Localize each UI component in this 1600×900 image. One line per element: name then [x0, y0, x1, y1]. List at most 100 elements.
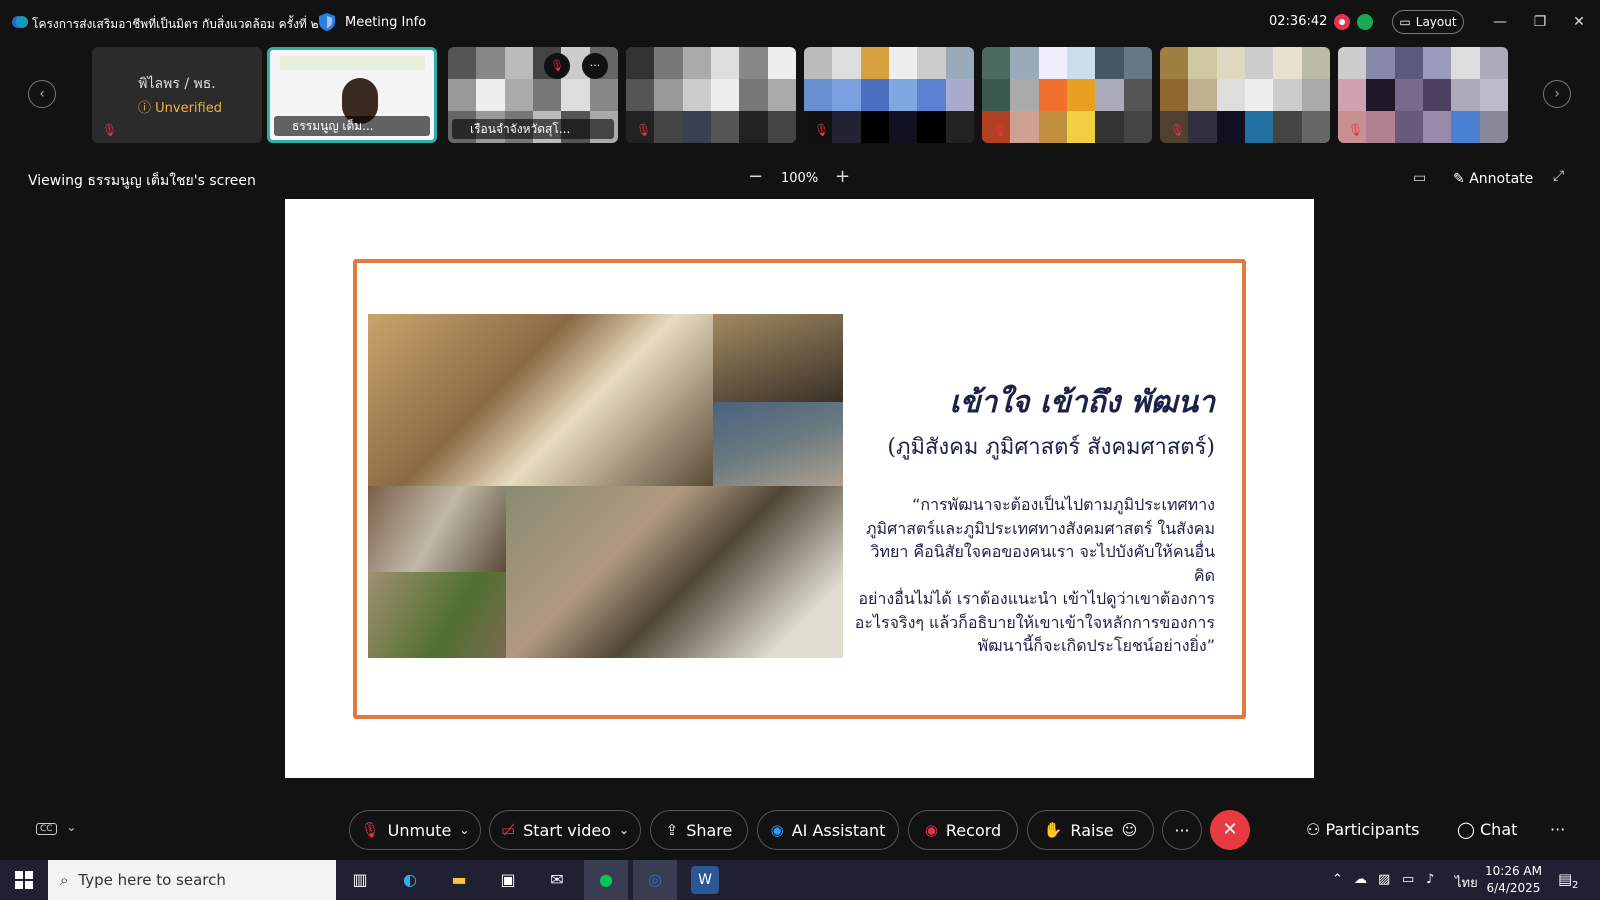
- share-label: Share: [686, 820, 733, 840]
- pen-icon: ✎: [1453, 171, 1465, 187]
- fullscreen-icon[interactable]: ⤢: [1553, 168, 1564, 184]
- zoom-level: 100%: [781, 171, 819, 186]
- raise-hand-button[interactable]: ✋ Raise ☺: [1027, 810, 1154, 850]
- participant-label: เรือนจำจังหวัดสุโ...: [452, 119, 614, 139]
- record-button[interactable]: ◉ Record: [908, 810, 1018, 850]
- line-app-icon[interactable]: ●: [584, 860, 628, 900]
- slide-subtitle: (ภูมิสังคม ภูมิศาสตร์ สังคมศาสตร์): [887, 435, 1215, 460]
- taskbar-clock[interactable]: 10:26 AM 6/4/2025: [1485, 863, 1542, 897]
- layout-label: Layout: [1415, 15, 1457, 29]
- clock-time: 10:26 AM: [1485, 864, 1542, 878]
- participant-tile[interactable]: พิไลพร / พธ. ⓘ Unverified 🎙: [92, 47, 262, 143]
- annotate-button[interactable]: ✎ Annotate: [1453, 171, 1533, 187]
- meeting-title: โครงการส่งเสริมอาชีพที่เป็นมิตร กับสิ่งแ…: [32, 17, 319, 31]
- webex-logo-icon: [12, 16, 28, 28]
- store-icon[interactable]: ▣: [494, 866, 522, 894]
- taskbar-search[interactable]: ⌕ Type here to search: [48, 860, 336, 900]
- chat-button[interactable]: ◯ Chat: [1457, 820, 1517, 839]
- language-indicator[interactable]: ไทย: [1455, 872, 1478, 893]
- share-button[interactable]: ⇪ Share: [650, 810, 748, 850]
- muted-mic-icon: 🎙: [1170, 123, 1186, 137]
- share-icon: ⇪: [665, 821, 679, 839]
- webex-app-icon[interactable]: ◎: [633, 860, 677, 900]
- onedrive-icon[interactable]: ☁: [1354, 872, 1367, 887]
- search-placeholder: Type here to search: [78, 871, 226, 889]
- blurred-video: [1338, 47, 1508, 143]
- strip-prev-button[interactable]: ‹: [28, 80, 56, 108]
- shield-icon[interactable]: [318, 12, 336, 32]
- strip-next-button[interactable]: ›: [1543, 80, 1571, 108]
- quote-line: ภูมิศาสตร์และภูมิประเทศทางสังคมศาสตร์ ใน…: [865, 518, 1215, 538]
- shared-screen: เข้าใจ เข้าถึง พัฒนา (ภูมิสังคม ภูมิศาสต…: [285, 199, 1314, 778]
- cc-icon: CC: [36, 823, 57, 835]
- participant-label: ธรรมนูญ เต็ม...: [274, 116, 430, 136]
- file-explorer-icon[interactable]: ▬: [445, 866, 473, 894]
- chat-icon: ◯: [1457, 820, 1475, 839]
- layout-button[interactable]: ▭ Layout: [1392, 10, 1464, 34]
- meeting-timer: 02:36:42: [1269, 14, 1328, 29]
- photo-panel: [506, 486, 843, 658]
- participant-tile[interactable]: 🎙: [1160, 47, 1330, 143]
- blurred-video: [804, 47, 974, 143]
- participant-tile[interactable]: 🎙: [804, 47, 974, 143]
- muted-mic-icon: 🎙: [814, 123, 830, 137]
- participants-button[interactable]: ⚇ Participants: [1306, 820, 1419, 839]
- slide-title: เข้าใจ เข้าถึง พัฒนา: [949, 385, 1215, 420]
- more-options-button[interactable]: ···: [1162, 810, 1202, 850]
- participant-tile[interactable]: 🎙: [1338, 47, 1508, 143]
- show-hidden-icons[interactable]: ⌃: [1332, 872, 1343, 887]
- quote-line: “การพัฒนาจะต้องเป็นไปตามภูมิประเทศทาง: [912, 495, 1215, 514]
- meeting-info-button[interactable]: Meeting Info: [345, 15, 426, 30]
- participant-name: ธรรมนูญ เต็ม...: [292, 119, 374, 133]
- participant-tile[interactable]: 🎙 ··· เรือนจำจังหวัดสุโ...: [448, 47, 618, 143]
- minimize-button[interactable]: —: [1490, 12, 1510, 32]
- restore-button[interactable]: ❐: [1530, 12, 1550, 32]
- edge-browser-icon[interactable]: ◐: [396, 866, 424, 894]
- photo-panel: [713, 314, 843, 402]
- unmute-button[interactable]: 🎙 Unmute ⌄: [349, 810, 481, 850]
- muted-mic-icon[interactable]: 🎙: [544, 53, 570, 79]
- close-window-button[interactable]: ✕: [1569, 12, 1589, 32]
- screen-share-icon[interactable]: ▭: [1413, 170, 1426, 186]
- zoom-out-button[interactable]: −: [748, 166, 763, 187]
- zoom-in-button[interactable]: +: [835, 166, 850, 187]
- leave-meeting-button[interactable]: ✕: [1210, 810, 1250, 850]
- mail-icon[interactable]: ✉: [543, 866, 571, 894]
- photo-panel: [713, 402, 843, 486]
- title-bar: โครงการส่งเสริมอาชีพที่เป็นมิตร กับสิ่งแ…: [0, 0, 1600, 44]
- participant-tile[interactable]: 🎙: [626, 47, 796, 143]
- raise-label: Raise: [1070, 820, 1114, 840]
- volume-icon[interactable]: ♪: [1426, 872, 1434, 887]
- ai-assistant-button[interactable]: ◉ AI Assistant: [757, 810, 899, 850]
- quote-line: พัฒนานี้ก็จะเกิดประโยชน์อย่างยิ่ง”: [977, 636, 1215, 655]
- notifications-icon[interactable]: ▤: [1558, 870, 1572, 888]
- overflow-menu-button[interactable]: ···: [1550, 820, 1565, 839]
- network-icon[interactable]: ▭: [1402, 872, 1414, 887]
- participant-tile[interactable]: 🎙: [982, 47, 1152, 143]
- chevron-down-icon[interactable]: ⌄: [619, 823, 629, 837]
- chevron-down-icon[interactable]: ⌄: [459, 823, 469, 837]
- blurred-video: [982, 47, 1152, 143]
- search-icon: ⌕: [60, 871, 69, 889]
- word-app-icon[interactable]: W: [691, 866, 719, 894]
- quote-line: อะไรจริงๆ แล้วก็อธิบายให้เขาเข้าใจหลักกา…: [854, 612, 1215, 632]
- viewing-label: Viewing ธรรมนูญ เต็มใชย's screen: [28, 173, 256, 189]
- participant-tile-active[interactable]: ธรรมนูญ เต็ม...: [267, 47, 437, 143]
- participant-name: เรือนจำจังหวัดสุโ...: [470, 122, 571, 136]
- start-video-button[interactable]: ▭̸ Start video ⌄: [489, 810, 641, 850]
- muted-mic-icon: 🎙: [636, 123, 652, 137]
- photo-panel: [368, 486, 506, 572]
- closed-captions-button[interactable]: CC ⌄: [36, 820, 80, 842]
- network-signal-icon[interactable]: [1357, 14, 1373, 30]
- security-icon[interactable]: ▨: [1378, 872, 1390, 887]
- clock-date: 6/4/2025: [1486, 881, 1541, 895]
- muted-mic-icon: 🎙: [992, 123, 1008, 137]
- ai-assistant-label: AI Assistant: [791, 820, 886, 840]
- reactions-icon[interactable]: ☺: [1122, 821, 1138, 839]
- hand-icon: ✋: [1043, 821, 1063, 839]
- task-view-icon[interactable]: ▥: [346, 866, 374, 894]
- photo-panel: [368, 572, 506, 658]
- chat-label: Chat: [1480, 820, 1518, 839]
- windows-start-icon[interactable]: [15, 871, 33, 889]
- more-options-button[interactable]: ···: [582, 53, 608, 79]
